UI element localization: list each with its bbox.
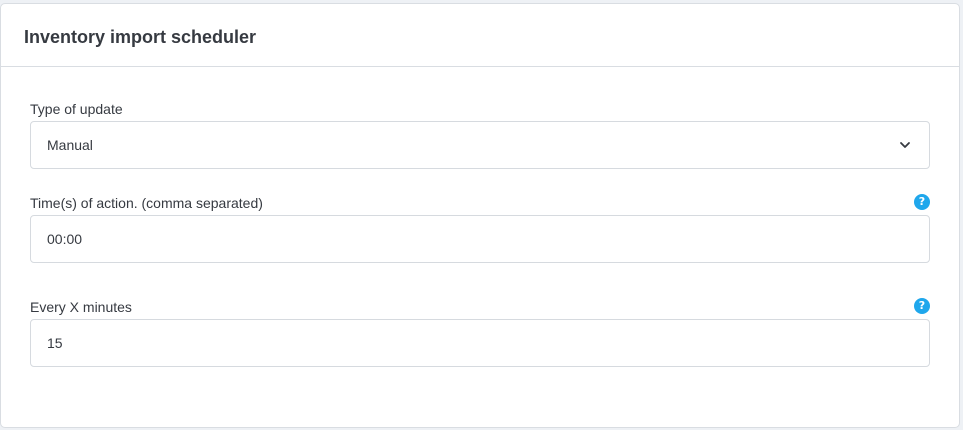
times-of-action-label: Time(s) of action. (comma separated) — [30, 195, 263, 211]
inventory-import-scheduler-card: Inventory import scheduler Type of updat… — [0, 3, 960, 428]
times-of-action-value: 00:00 — [47, 231, 83, 247]
type-of-update-select[interactable]: Manual — [30, 121, 930, 169]
every-x-minutes-input[interactable]: 15 — [30, 319, 930, 367]
type-of-update-value: Manual — [47, 137, 93, 153]
every-x-minutes-label: Every X minutes — [30, 299, 132, 315]
times-of-action-input[interactable]: 00:00 — [30, 215, 930, 263]
question-circle-icon[interactable]: ? — [914, 298, 930, 314]
card-title: Inventory import scheduler — [24, 27, 257, 47]
type-of-update-label: Type of update — [30, 101, 123, 117]
every-x-minutes-value: 15 — [47, 335, 63, 351]
card-header: Inventory import scheduler — [1, 4, 959, 67]
question-circle-icon[interactable]: ? — [914, 194, 930, 210]
chevron-down-icon — [900, 142, 910, 148]
